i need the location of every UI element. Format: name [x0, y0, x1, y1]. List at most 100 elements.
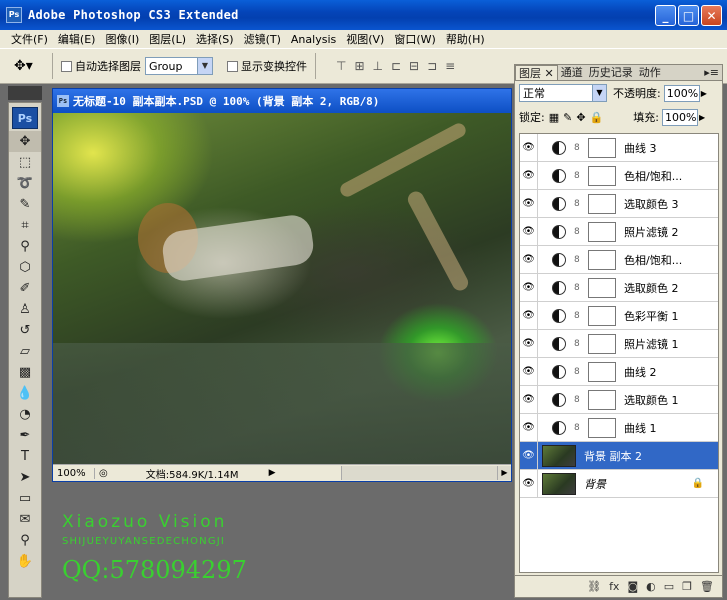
stamp-icon[interactable]: ♙ [9, 299, 41, 320]
tools-panel-header[interactable] [8, 86, 42, 100]
opacity-slider-icon[interactable]: ▶ [701, 89, 710, 98]
layer-mask-thumbnail[interactable] [588, 277, 616, 298]
align-left-icon[interactable]: ⊏ [391, 59, 401, 73]
show-transform-check-box[interactable] [227, 60, 238, 72]
layer-mask-thumbnail[interactable] [588, 333, 616, 354]
hand-icon[interactable]: ✋ [9, 551, 41, 572]
lock-position-icon[interactable]: ✥ [576, 111, 585, 124]
status-menu-arrow-icon[interactable]: ▶ [269, 468, 276, 478]
eraser-icon[interactable]: ▱ [9, 341, 41, 362]
eye-icon[interactable]: 👁 [520, 161, 538, 190]
eyedropper2-icon[interactable]: ⚲ [9, 530, 41, 551]
layer-mask-thumbnail[interactable] [588, 305, 616, 326]
layer-row[interactable]: 👁 8 曲线 2 [520, 357, 718, 386]
show-transform-checkbox[interactable]: 显示变换控件 [227, 58, 307, 74]
move-icon[interactable]: ✥ [9, 131, 41, 152]
add-mask-icon[interactable]: ◙ [627, 580, 638, 593]
fill-slider-icon[interactable]: ▶ [699, 113, 708, 122]
menu-edit[interactable]: 编辑(E) [53, 31, 101, 47]
horizontal-scrollbar[interactable]: ▶ [341, 466, 511, 480]
layer-style-icon[interactable]: fx [609, 580, 619, 593]
document-title-bar[interactable]: Ps 无标题-10 副本副本.PSD @ 100% (背景 副本 2, RGB/… [53, 89, 511, 113]
eye-icon[interactable]: 👁 [520, 301, 538, 330]
new-adjustment-icon[interactable]: ◐ [646, 580, 656, 593]
quick-select-icon[interactable]: ✎ [9, 194, 41, 215]
brush-icon[interactable]: ✐ [9, 278, 41, 299]
new-layer-icon[interactable]: ❐ [682, 580, 692, 593]
new-group-icon[interactable]: ▭ [664, 580, 674, 593]
document-canvas[interactable] [53, 113, 511, 465]
lock-pixels-icon[interactable]: ✎ [563, 111, 572, 124]
eye-icon[interactable]: 👁 [520, 217, 538, 246]
layer-mask-thumbnail[interactable] [588, 361, 616, 382]
eye-icon[interactable]: 👁 [520, 245, 538, 274]
zoom-level[interactable]: 100% [53, 467, 95, 479]
eye-icon[interactable]: 👁 [520, 133, 538, 162]
type-icon[interactable]: T [9, 446, 41, 467]
healing-icon[interactable]: ⬡ [9, 257, 41, 278]
layer-thumbnail[interactable] [542, 444, 576, 467]
blend-mode-dropdown[interactable]: 正常 ▼ [519, 84, 607, 102]
auto-select-check-box[interactable] [61, 60, 72, 72]
scroll-right-icon[interactable]: ▶ [497, 466, 511, 480]
delete-layer-icon[interactable]: 🗑 [700, 580, 714, 593]
dodge-icon[interactable]: ◔ [9, 404, 41, 425]
opacity-input[interactable]: 100% [663, 84, 700, 102]
shape-icon[interactable]: ▭ [9, 488, 41, 509]
layer-row[interactable]: 👁 8 选取颜色 1 [520, 385, 718, 414]
link-icon[interactable]: 8 [574, 199, 582, 209]
link-icon[interactable]: 8 [574, 143, 582, 153]
eyedropper-icon[interactable]: ⚲ [9, 236, 41, 257]
tab-history[interactable]: 历史记录 [586, 65, 636, 80]
layer-row[interactable]: 👁 8 色相/饱和... [520, 161, 718, 190]
link-icon[interactable]: 8 [574, 255, 582, 265]
eye-icon[interactable]: 👁 [520, 469, 538, 498]
link-icon[interactable]: 8 [574, 423, 582, 433]
distribute-icon[interactable]: ≡ [445, 59, 455, 73]
history-brush-icon[interactable]: ↺ [9, 320, 41, 341]
align-top-icon[interactable]: ⊤ [336, 59, 346, 73]
eye-icon[interactable]: 👁 [520, 189, 538, 218]
layer-mask-thumbnail[interactable] [588, 165, 616, 186]
layer-thumbnail[interactable] [542, 472, 576, 495]
maximize-button[interactable]: □ [678, 5, 699, 26]
link-icon[interactable]: 8 [574, 367, 582, 377]
tab-actions[interactable]: 动作 [636, 65, 664, 80]
move-tool-preset-icon[interactable]: ✥▾ [14, 58, 44, 74]
align-hcenter-icon[interactable]: ⊟ [409, 59, 419, 73]
path-select-icon[interactable]: ➤ [9, 467, 41, 488]
fill-input[interactable]: 100% [661, 108, 698, 126]
menu-layer[interactable]: 图层(L) [144, 31, 191, 47]
auto-select-checkbox[interactable]: 自动选择图层 [61, 58, 141, 74]
layer-row[interactable]: 👁 8 选取颜色 3 [520, 189, 718, 218]
layer-row[interactable]: 👁 8 选取颜色 2 [520, 273, 718, 302]
link-icon[interactable]: 8 [574, 311, 582, 321]
gradient-icon[interactable]: ▩ [9, 362, 41, 383]
menu-select[interactable]: 选择(S) [191, 31, 239, 47]
layer-mask-thumbnail[interactable] [588, 221, 616, 242]
eye-icon[interactable]: 👁 [520, 413, 538, 442]
layer-mask-thumbnail[interactable] [588, 389, 616, 410]
auto-select-dropdown[interactable]: Group ▼ [145, 57, 213, 75]
crop-icon[interactable]: ⌗ [9, 215, 41, 236]
link-layers-icon[interactable]: ⛓ [587, 580, 601, 593]
layer-row[interactable]: 👁 8 色彩平衡 1 [520, 301, 718, 330]
link-icon[interactable]: 8 [574, 395, 582, 405]
layer-row[interactable]: 👁 8 照片滤镜 1 [520, 329, 718, 358]
align-bottom-icon[interactable]: ⊥ [373, 59, 383, 73]
layer-row[interactable]: 👁 8 色相/饱和... [520, 245, 718, 274]
marquee-icon[interactable]: ⬚ [9, 152, 41, 173]
tab-layers[interactable]: 图层 ✕ [515, 65, 558, 80]
menu-window[interactable]: 窗口(W) [389, 31, 440, 47]
layer-row[interactable]: 👁 背景 🔒 [520, 469, 718, 498]
layer-mask-thumbnail[interactable] [588, 193, 616, 214]
layer-row[interactable]: 👁 8 照片滤镜 2 [520, 217, 718, 246]
layer-mask-thumbnail[interactable] [588, 249, 616, 270]
menu-file[interactable]: 文件(F) [6, 31, 53, 47]
layer-row[interactable]: 👁 8 曲线 3 [520, 133, 718, 162]
menu-help[interactable]: 帮助(H) [441, 31, 490, 47]
link-icon[interactable]: 8 [574, 227, 582, 237]
notes-icon[interactable]: ✉ [9, 509, 41, 530]
layer-mask-thumbnail[interactable] [588, 137, 616, 158]
eye-icon[interactable]: 👁 [520, 441, 538, 470]
